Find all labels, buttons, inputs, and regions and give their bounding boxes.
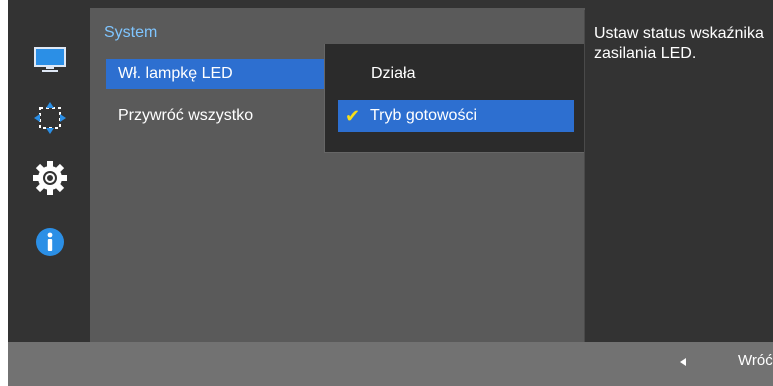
help-text: Ustaw status wskaźnika zasilania LED. (594, 25, 764, 62)
system-settings-icon[interactable] (8, 158, 92, 198)
osd-screen: System Wł. lampkę LED Przywróć wszystko … (0, 0, 773, 386)
option-label: Działa (371, 65, 416, 82)
menu-item-led-lamp[interactable]: Wł. lampkę LED (106, 59, 338, 89)
information-icon[interactable] (8, 222, 92, 262)
menu-item-label: Wł. lampkę LED (118, 65, 233, 82)
option-working[interactable]: Działa (338, 58, 574, 90)
page-title: System (104, 24, 158, 41)
led-options-submenu: Działa ✔ Tryb gotowości (324, 44, 585, 153)
picture-icon[interactable] (8, 40, 92, 80)
onscreen-display-icon[interactable] (8, 98, 92, 138)
bottom-bar (8, 342, 773, 386)
menu-item-label: Przywróć wszystko (118, 107, 254, 124)
category-icon-column (8, 0, 92, 342)
checkmark-icon: ✔ (345, 106, 361, 126)
option-label: Tryb gotowości (370, 107, 477, 124)
back-arrow-icon (680, 358, 686, 366)
divider (584, 10, 585, 342)
back-button[interactable]: Wróć (738, 352, 773, 369)
menu-item-reset-all[interactable]: Przywróć wszystko (106, 101, 253, 131)
option-standby[interactable]: ✔ Tryb gotowości (338, 100, 574, 132)
